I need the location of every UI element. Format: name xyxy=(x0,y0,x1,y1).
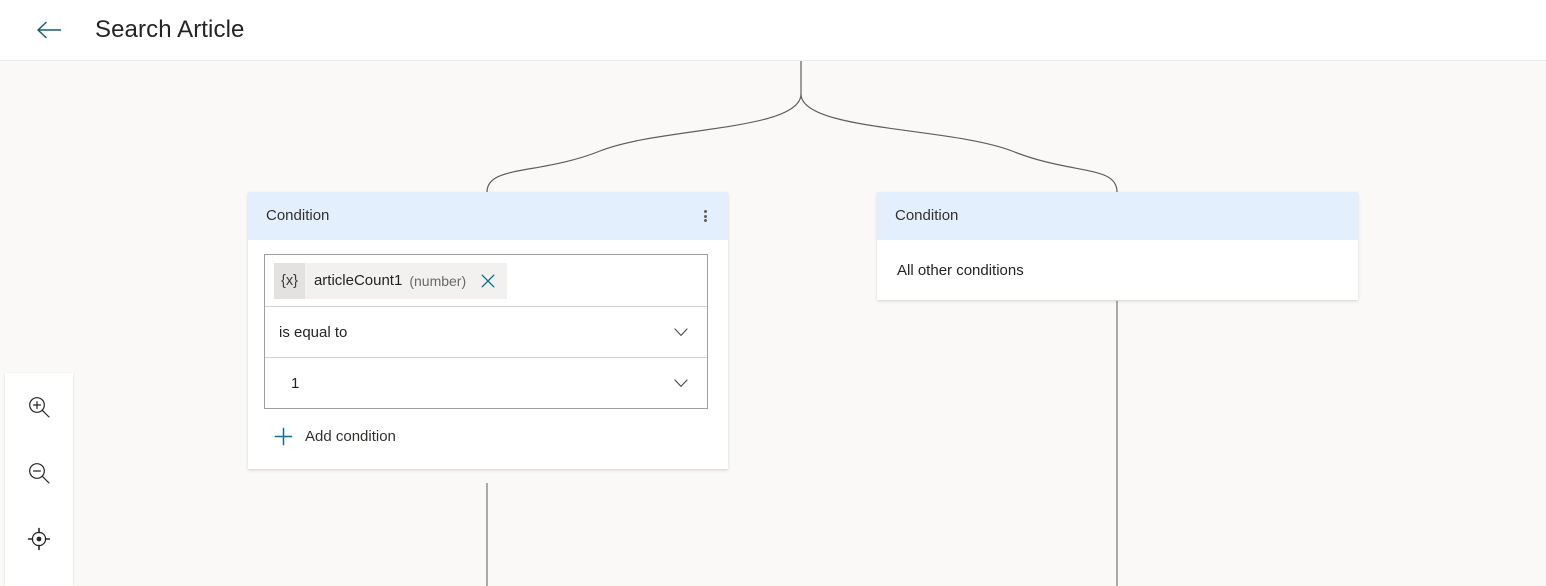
variable-token-type: (number) xyxy=(409,273,466,289)
condition-variable-field[interactable]: {x} articleCount1 (number) xyxy=(265,255,707,306)
arrow-left-icon xyxy=(36,20,62,40)
topbar: Search Article xyxy=(0,0,1546,61)
close-icon[interactable] xyxy=(479,272,497,290)
kebab-menu-icon xyxy=(704,208,707,223)
add-condition-button[interactable]: Add condition xyxy=(273,426,396,446)
condition-operator-dropdown[interactable]: is equal to xyxy=(265,306,707,357)
condition-value: 1 xyxy=(291,375,673,392)
chevron-down-icon xyxy=(673,375,689,391)
condition-node[interactable]: Condition {x} articleCount1 xyxy=(248,192,728,469)
else-condition-text: All other conditions xyxy=(897,262,1024,279)
zoom-out-icon xyxy=(26,460,52,491)
variable-token-name: articleCount1 xyxy=(314,272,402,289)
condition-node-body: {x} articleCount1 (number) is xyxy=(248,240,728,469)
canvas-zoom-toolbar xyxy=(5,373,73,586)
zoom-in-button[interactable] xyxy=(17,387,61,431)
add-condition-label: Add condition xyxy=(305,428,396,445)
chevron-down-icon xyxy=(673,324,689,340)
back-button[interactable] xyxy=(29,10,69,50)
plus-icon xyxy=(273,426,293,446)
condition-node-header: Condition xyxy=(248,192,728,240)
else-condition-node-title: Condition xyxy=(895,206,1350,226)
condition-operator-value: is equal to xyxy=(279,324,673,341)
condition-node-title: Condition xyxy=(266,206,690,226)
fit-to-view-icon xyxy=(26,526,52,557)
condition-field-stack: {x} articleCount1 (number) is xyxy=(264,254,708,409)
fit-to-view-button[interactable] xyxy=(17,519,61,563)
else-condition-node[interactable]: Condition All other conditions xyxy=(877,192,1358,300)
variable-token[interactable]: {x} articleCount1 (number) xyxy=(274,263,507,299)
condition-node-menu-button[interactable] xyxy=(690,201,720,231)
variable-icon: {x} xyxy=(274,263,305,299)
condition-value-dropdown[interactable]: 1 xyxy=(265,357,707,408)
search-article-flow-designer: Search Article Condition xyxy=(0,0,1546,586)
zoom-in-icon xyxy=(26,394,52,425)
page-title: Search Article xyxy=(95,14,244,46)
connector-edges xyxy=(0,61,1546,586)
zoom-out-button[interactable] xyxy=(17,453,61,497)
flow-canvas[interactable]: Condition {x} articleCount1 xyxy=(0,61,1546,586)
else-condition-node-header: Condition xyxy=(877,192,1358,240)
else-condition-node-body: All other conditions xyxy=(877,240,1358,300)
